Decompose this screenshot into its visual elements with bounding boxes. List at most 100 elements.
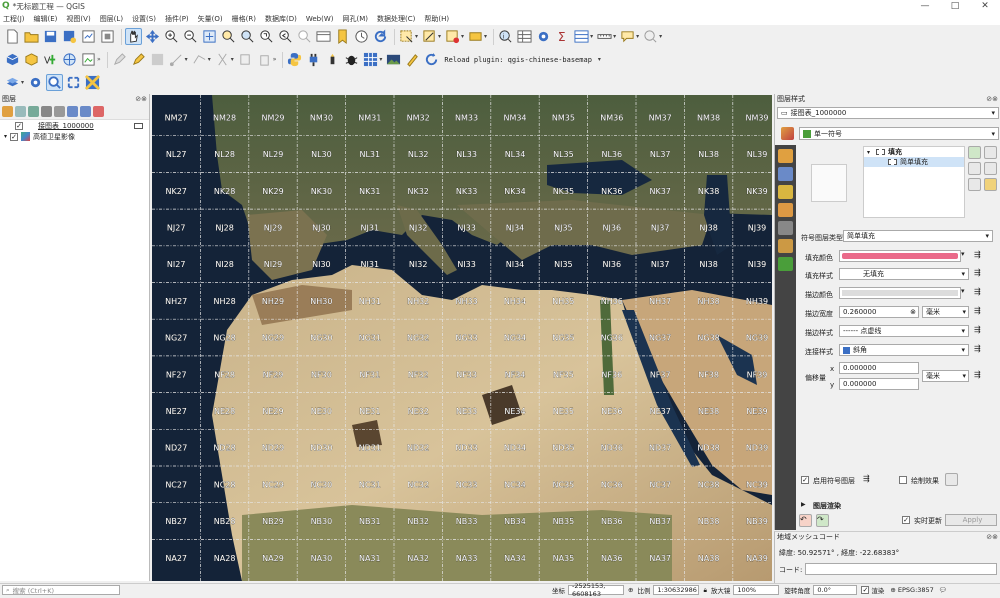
add-group-icon[interactable] xyxy=(15,106,26,117)
crs-button[interactable]: EPSG:3857 xyxy=(898,586,934,594)
close-icon[interactable]: ✕ xyxy=(970,0,1000,12)
dropdown-arrow-icon[interactable]: ▾ xyxy=(484,33,487,40)
debug-bug-icon[interactable] xyxy=(343,51,360,68)
dropdown-arrow-icon[interactable]: ▾ xyxy=(613,33,616,40)
paintbrush-icon[interactable] xyxy=(781,127,794,140)
menu-vector[interactable]: 矢量(O) xyxy=(198,14,223,24)
add-symbol-layer-icon[interactable] xyxy=(968,146,981,159)
minimize-icon[interactable]: — xyxy=(910,0,940,12)
join-style-select[interactable]: 斜角 ▾ xyxy=(839,344,969,356)
data-defined-override-icon[interactable]: ⇶ xyxy=(974,250,987,263)
data-defined-override-icon[interactable]: ⇶ xyxy=(863,474,876,487)
move-up-icon[interactable] xyxy=(968,178,981,191)
new-map-view-icon[interactable] xyxy=(315,28,332,45)
menu-raster[interactable]: 栅格(R) xyxy=(232,14,256,24)
dropdown-arrow-icon[interactable]: ▾ xyxy=(659,33,662,40)
symbol-tree-simple-fill-row[interactable]: 简单填充 xyxy=(864,157,964,167)
offset-y-spinbox[interactable]: 0.000000 xyxy=(839,378,919,390)
symbol-tree-fill-row[interactable]: ▾ 填充 xyxy=(864,147,964,157)
draw-effects-checkbox[interactable] xyxy=(899,476,907,484)
reload-plugin-button[interactable]: Reload plugin: qgis-chinese-basemap xyxy=(444,56,592,64)
chevron-down-icon[interactable]: ▾ xyxy=(961,270,965,278)
toggle-editing-icon[interactable] xyxy=(130,51,147,68)
color-dropdown-icon[interactable]: ▾ xyxy=(961,287,969,300)
menu-processing[interactable]: 数据处理(C) xyxy=(377,14,415,24)
save-as-icon[interactable] xyxy=(61,28,78,45)
offset-x-spinbox[interactable]: 0.000000 xyxy=(839,362,919,374)
sync-icon[interactable] xyxy=(65,74,82,91)
menu-plugins[interactable]: 插件(P) xyxy=(165,14,189,24)
settings-gear-icon[interactable] xyxy=(27,74,44,91)
zoom-full-icon[interactable] xyxy=(201,28,218,45)
python-console-icon[interactable] xyxy=(286,51,303,68)
mesh-code-icon[interactable] xyxy=(84,74,101,91)
dropdown-arrow-icon[interactable]: ▾ xyxy=(185,56,188,63)
dropdown-arrow-icon[interactable]: ▾ xyxy=(438,33,441,40)
dropdown-arrow-icon[interactable]: ▾ xyxy=(379,56,382,63)
print-layout-icon[interactable] xyxy=(80,28,97,45)
effects-star-icon[interactable] xyxy=(945,473,958,486)
table-icon[interactable] xyxy=(573,28,590,45)
toolbar-overflow-icon[interactable]: » xyxy=(273,56,277,63)
layer-select[interactable]: ▭ 接图表_1000000 ▾ xyxy=(777,107,999,119)
zoom-to-layer-icon[interactable] xyxy=(239,28,256,45)
layer-row-satellite[interactable]: ▾ ✓ 高德卫星影像 xyxy=(0,131,149,142)
pan-icon[interactable] xyxy=(125,28,142,45)
zoom-out-icon[interactable] xyxy=(182,28,199,45)
chevron-down-icon[interactable]: ▾ xyxy=(961,327,965,335)
save-project-icon[interactable] xyxy=(42,28,59,45)
panel-float-close-icon[interactable]: ⊘⊗ xyxy=(135,95,147,103)
chevron-down-icon[interactable]: ▾ xyxy=(991,130,995,138)
chevron-down-icon[interactable]: ▾ xyxy=(991,109,995,117)
panel-float-close-icon[interactable]: ⊘⊗ xyxy=(986,533,998,541)
data-defined-override-icon[interactable]: ⇶ xyxy=(974,268,987,281)
reload-plugin-icon[interactable] xyxy=(423,51,440,68)
mesh-code-input[interactable] xyxy=(805,563,997,575)
zoom-in-icon[interactable] xyxy=(163,28,180,45)
menu-web[interactable]: Web(W) xyxy=(306,15,334,23)
zoom-to-selection-icon[interactable] xyxy=(220,28,237,45)
zoom-last-icon[interactable] xyxy=(277,28,294,45)
layer-rendering-label[interactable]: 图层渲染 xyxy=(813,501,841,511)
stroke-unit-select[interactable]: 毫米 ▾ xyxy=(922,306,969,318)
deselect-icon[interactable] xyxy=(444,28,461,45)
duplicate-layer-icon[interactable] xyxy=(984,162,997,175)
toolbar-overflow-icon[interactable]: » xyxy=(97,56,101,63)
remove-symbol-layer-icon[interactable] xyxy=(984,146,997,159)
offset-unit-select[interactable]: 毫米 ▾ xyxy=(922,370,969,382)
menu-view[interactable]: 视图(V) xyxy=(66,14,90,24)
map-svg[interactable]: NM27 NM28 NM29 NM30 NM31 NM32 NM33 NM34 NM35 NM36… xyxy=(152,95,772,581)
menu-help[interactable]: 帮助(H) xyxy=(424,14,449,24)
menu-mesh[interactable]: 网孔(M) xyxy=(342,14,368,24)
filter-legend-icon[interactable] xyxy=(41,106,52,117)
dropdown-arrow-icon[interactable]: ▾ xyxy=(598,56,601,63)
layer-visibility-checkbox[interactable]: ✓ xyxy=(15,121,23,130)
add-wms-icon[interactable] xyxy=(61,51,78,68)
move-down-icon[interactable] xyxy=(984,178,997,191)
measure-icon[interactable] xyxy=(596,28,613,45)
coordinate-input[interactable]: -2525153, 6608163 xyxy=(568,582,624,598)
symbol-layer-type-select[interactable]: 简单填充 ▾ xyxy=(843,230,993,242)
layout-manager-icon[interactable] xyxy=(99,28,116,45)
dropdown-arrow-icon[interactable]: ▾ xyxy=(636,33,639,40)
scale-input[interactable]: 1:30632986 xyxy=(653,585,700,595)
add-vector-layer-icon[interactable] xyxy=(23,51,40,68)
menu-layer[interactable]: 图层(L) xyxy=(100,14,123,24)
open-styling-icon[interactable] xyxy=(2,106,13,117)
plugin-reloader-icon[interactable] xyxy=(324,51,341,68)
attribute-table-icon[interactable] xyxy=(516,28,533,45)
expand-arrow-icon[interactable]: ▾ xyxy=(867,149,870,156)
statistics-icon[interactable]: Σ xyxy=(554,28,571,45)
georeferencer-icon[interactable] xyxy=(385,51,402,68)
expand-all-icon[interactable] xyxy=(67,106,78,117)
map-tips-icon[interactable] xyxy=(619,28,636,45)
data-defined-override-icon[interactable]: ⇶ xyxy=(974,325,987,338)
symbology-tab[interactable] xyxy=(778,149,793,163)
data-defined-override-icon[interactable]: ⇶ xyxy=(974,344,987,357)
stroke-color-button[interactable] xyxy=(839,287,961,299)
chevron-down-icon[interactable]: ▾ xyxy=(962,308,966,316)
lock-scale-icon[interactable]: 🔒︎ xyxy=(703,586,706,595)
live-update-checkbox[interactable]: ✓ xyxy=(902,516,910,524)
panel-float-close-icon[interactable]: ⊘⊗ xyxy=(986,95,998,103)
enable-layer-checkbox[interactable]: ✓ xyxy=(801,476,809,484)
